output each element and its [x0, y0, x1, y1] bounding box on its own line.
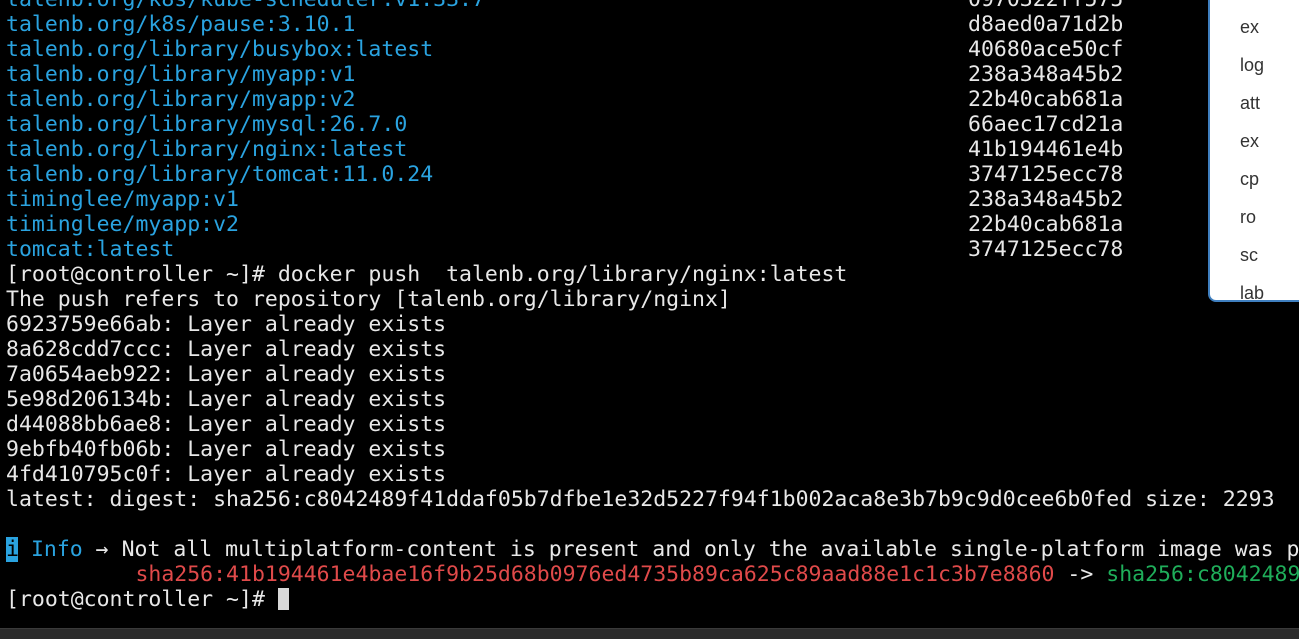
layer-status-line: 9ebfb40fb06b: Layer already exists	[6, 437, 447, 462]
image-id: 3747125ecc78	[968, 162, 1124, 187]
layer-status-line: 4fd410795c0f: Layer already exists	[6, 462, 447, 487]
sha-mapping-line: sha256:41b194461e4bae16f9b25d68b0976ed47…	[6, 562, 1299, 587]
digest-line: latest: digest: sha256:c8042489f41ddaf05…	[6, 487, 1275, 512]
layer-status-line: 8a628cdd7ccc: Layer already exists	[6, 337, 447, 362]
sha-new: sha256:c8042489	[1106, 562, 1299, 587]
arrow: ->	[1054, 562, 1107, 587]
popup-menu-item[interactable]: ex	[1240, 128, 1259, 154]
popup-menu-item[interactable]: cp	[1240, 166, 1259, 192]
image-repo-tag: tomcat:latest	[6, 237, 175, 262]
image-repo-tag: talenb.org/library/myapp:v1	[6, 62, 356, 87]
image-repo-tag: talenb.org/k8s/pause:3.10.1	[6, 12, 356, 37]
image-id: 0970322ff575	[968, 0, 1123, 12]
image-repo-tag: timinglee/myapp:v2	[6, 212, 239, 237]
info-message: → Not all multiplatform-content is prese…	[82, 537, 1299, 562]
terminal-status-bar	[0, 628, 1299, 639]
image-id: 22b40cab681a	[968, 87, 1124, 112]
image-id: 238a348a45b2	[968, 187, 1124, 212]
terminal-window[interactable]: talenb.org/k8s/kube-scheduler:v1.33.7 097…	[0, 0, 1299, 628]
shell-prompt: [root@controller ~]#	[6, 587, 278, 612]
image-repo-tag: talenb.org/library/mysql:26.7.0	[6, 112, 408, 137]
layer-status-line: 6923759e66ab: Layer already exists	[6, 312, 447, 337]
image-id: 40680ace50cf	[968, 37, 1124, 62]
layer-status-line: d44088bb6ae8: Layer already exists	[6, 412, 447, 437]
image-id: 22b40cab681a	[968, 212, 1124, 237]
image-repo-tag: talenb.org/library/nginx:latest	[6, 137, 408, 162]
command-line: [root@controller ~]# docker push talenb.…	[6, 262, 848, 287]
output-line: The push refers to repository [talenb.or…	[6, 287, 731, 312]
image-repo-tag: talenb.org/library/tomcat:11.0.24	[6, 162, 434, 187]
popup-menu-item[interactable]: log	[1240, 52, 1264, 78]
sha-old: sha256:41b194461e4bae16f9b25d68b0976ed47…	[135, 562, 1055, 587]
image-id: 66aec17cd21a	[968, 112, 1124, 137]
image-id: 238a348a45b2	[968, 62, 1124, 87]
info-label: Info	[30, 537, 83, 562]
layer-status-line: 7a0654aeb922: Layer already exists	[6, 362, 447, 387]
popup-menu-item[interactable]: ro	[1240, 204, 1256, 230]
image-repo-tag: timinglee/myapp:v1	[6, 187, 239, 212]
popup-menu-item[interactable]: lab	[1240, 280, 1264, 300]
info-icon: i	[6, 537, 19, 562]
layer-status-line: 5e98d206134b: Layer already exists	[6, 387, 447, 412]
image-id: d8aed0a71d2b	[968, 12, 1124, 37]
popup-menu-item[interactable]: sc	[1240, 242, 1258, 268]
image-repo-tag: talenb.org/library/myapp:v2	[6, 87, 356, 112]
image-repo-tag: talenb.org/k8s/kube-scheduler:v1.33.7	[6, 0, 485, 12]
image-repo-tag: talenb.org/library/busybox:latest	[6, 37, 434, 62]
info-line: i Info → Not all multiplatform-content i…	[6, 537, 1299, 562]
popup-menu-item[interactable]: ex	[1240, 14, 1259, 40]
image-id: 3747125ecc78	[968, 237, 1124, 262]
autocomplete-popup[interactable]: ex log att ex cp ro sc lab	[1208, 0, 1299, 302]
image-id: 41b194461e4b	[968, 137, 1124, 162]
text-cursor	[277, 588, 289, 610]
popup-menu-item[interactable]: att	[1240, 90, 1260, 116]
